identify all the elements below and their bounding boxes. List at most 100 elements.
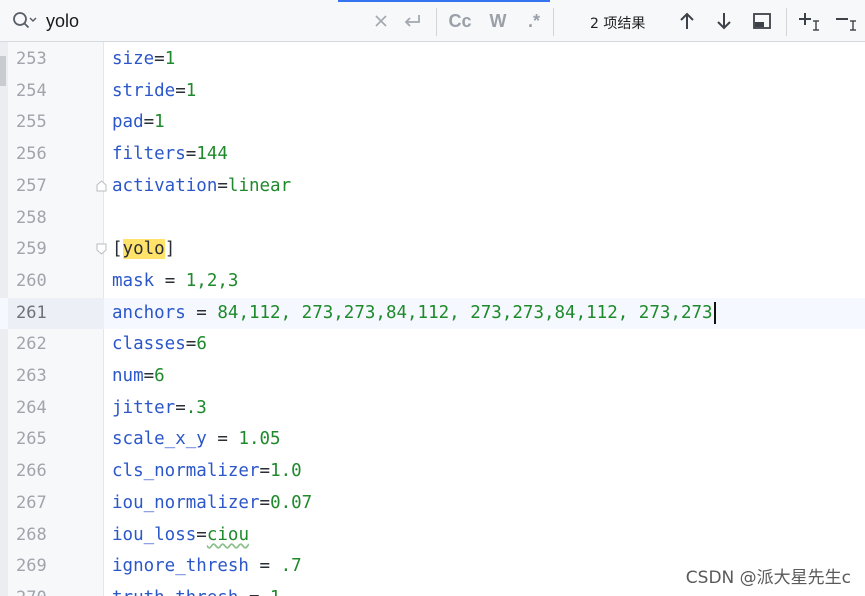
code-line[interactable]: 257 activation=linear xyxy=(0,171,865,203)
fold-end-icon[interactable] xyxy=(96,180,107,192)
line-code: ignore_thresh = .7 xyxy=(112,551,302,583)
line-number: 268 xyxy=(16,524,47,545)
config-operator: = xyxy=(259,461,271,482)
add-occurrence-icon xyxy=(799,13,819,31)
code-line-current[interactable]: 261 anchors = 84,112, 273,273,84,112, 273… xyxy=(0,297,865,330)
add-selection-next-button[interactable] xyxy=(795,7,823,35)
config-value: 1.0 xyxy=(270,461,302,482)
arrow-down-icon xyxy=(717,13,731,30)
line-number: 259 xyxy=(16,239,47,260)
match-case-toggle[interactable]: Cc xyxy=(446,7,474,35)
line-code: activation=linear xyxy=(112,171,291,203)
find-toolbar: Cc W .* 2 项结果 xyxy=(0,0,865,42)
config-key: iou_loss xyxy=(112,524,197,545)
code-editor[interactable]: 253 size=1 254 stride=1 255 pad=1 256 filters=1… xyxy=(0,42,865,596)
search-input[interactable] xyxy=(46,9,346,33)
line-number: 266 xyxy=(16,461,47,482)
line-number: 263 xyxy=(16,366,47,386)
config-operator: = xyxy=(143,366,155,386)
code-line[interactable]: 263 num=6 xyxy=(0,361,865,393)
unselect-occurrence-button[interactable] xyxy=(832,7,860,35)
previous-occurrence-button[interactable] xyxy=(673,7,701,35)
config-key: iou_normalizer xyxy=(112,492,260,513)
config-key: scale_x_y xyxy=(112,429,207,450)
config-operator: = xyxy=(185,302,218,323)
line-number: 256 xyxy=(16,144,47,165)
regex-label: .* xyxy=(527,10,540,31)
config-key: filters xyxy=(112,144,186,165)
config-operator: = xyxy=(175,397,186,418)
line-number: 260 xyxy=(16,270,47,291)
config-key: size xyxy=(112,49,155,69)
config-operator: = xyxy=(196,524,207,545)
config-operator: = xyxy=(185,334,197,355)
config-key: activation xyxy=(112,175,218,196)
line-code: mask = 1,2,3 xyxy=(112,266,238,298)
code-line[interactable]: 266 cls_normalizer=1.0 xyxy=(0,456,865,488)
next-occurrence-button[interactable] xyxy=(710,7,738,35)
config-value: 1 xyxy=(154,112,165,133)
config-operator: = xyxy=(238,588,270,596)
code-line[interactable]: 262 classes=6 xyxy=(0,329,865,361)
config-operator: = xyxy=(185,144,197,165)
config-value: 1 xyxy=(164,49,176,69)
code-line[interactable]: 268 iou_loss=ciou xyxy=(0,520,865,552)
code-line[interactable]: 259 [yolo] xyxy=(0,234,865,266)
config-key: ignore_thresh xyxy=(112,556,249,577)
clear-search-button[interactable] xyxy=(367,7,395,35)
line-number: 253 xyxy=(16,49,47,69)
whole-words-label: W xyxy=(489,10,507,31)
line-code: scale_x_y = 1.05 xyxy=(112,424,281,456)
fold-start-icon[interactable] xyxy=(96,243,107,255)
code-line[interactable]: 260 mask = 1,2,3 xyxy=(0,266,865,298)
line-code: cls_normalizer=1.0 xyxy=(112,456,302,488)
line-code: [yolo] xyxy=(112,234,175,266)
line-code: classes=6 xyxy=(112,329,207,361)
config-key: anchors xyxy=(112,302,186,323)
toolbar-separator xyxy=(436,8,437,36)
line-number: 270 xyxy=(16,583,47,596)
config-key: classes xyxy=(112,334,186,355)
code-line[interactable]: 255 pad=1 xyxy=(0,107,865,139)
code-line[interactable]: 265 scale_x_y = 1.05 xyxy=(0,424,865,456)
line-number: 269 xyxy=(16,556,47,577)
config-operator: = xyxy=(217,175,228,196)
code-line[interactable]: 254 stride=1 xyxy=(0,76,865,108)
search-match-highlight: yolo xyxy=(122,239,165,260)
code-line[interactable]: 264 jitter=.3 xyxy=(0,393,865,425)
config-value: linear xyxy=(227,175,292,196)
code-line[interactable]: 256 filters=144 xyxy=(0,139,865,171)
line-code: jitter=.3 xyxy=(112,393,207,425)
line-number: 254 xyxy=(16,80,47,101)
config-key: jitter xyxy=(112,397,176,418)
regex-toggle[interactable]: .* xyxy=(520,7,548,35)
code-line[interactable]: 267 iou_normalizer=0.07 xyxy=(0,488,865,520)
close-icon xyxy=(375,15,387,27)
config-operator: = xyxy=(259,492,271,513)
focus-indicator xyxy=(338,0,550,2)
window-icon xyxy=(753,13,771,29)
search-history-button[interactable] xyxy=(12,0,40,42)
line-number: 255 xyxy=(16,112,47,133)
new-line-toggle[interactable] xyxy=(398,7,426,35)
config-value: 84,112, 273,273,84,112, 273,273,84,112, … xyxy=(217,302,713,323)
code-line[interactable]: 253 size=1 xyxy=(0,44,865,76)
config-operator: = xyxy=(143,112,155,133)
code-line[interactable]: 258 xyxy=(0,203,865,235)
config-operator: = xyxy=(206,429,239,450)
line-code: pad=1 xyxy=(112,107,165,139)
newline-icon xyxy=(404,15,420,27)
line-code: filters=144 xyxy=(112,139,228,171)
whole-words-toggle[interactable]: W xyxy=(484,7,512,35)
config-value: .3 xyxy=(185,397,207,418)
config-value: 144 xyxy=(196,144,228,165)
filter-search-results-button[interactable] xyxy=(748,7,776,35)
line-number: 262 xyxy=(16,334,47,355)
line-code: iou_normalizer=0.07 xyxy=(112,488,312,520)
config-value: 1 xyxy=(185,80,197,101)
line-number: 257 xyxy=(16,175,47,196)
config-key: stride xyxy=(112,80,176,101)
section-bracket: [ xyxy=(112,239,123,260)
search-icon xyxy=(13,12,37,29)
line-number: 258 xyxy=(16,207,47,228)
